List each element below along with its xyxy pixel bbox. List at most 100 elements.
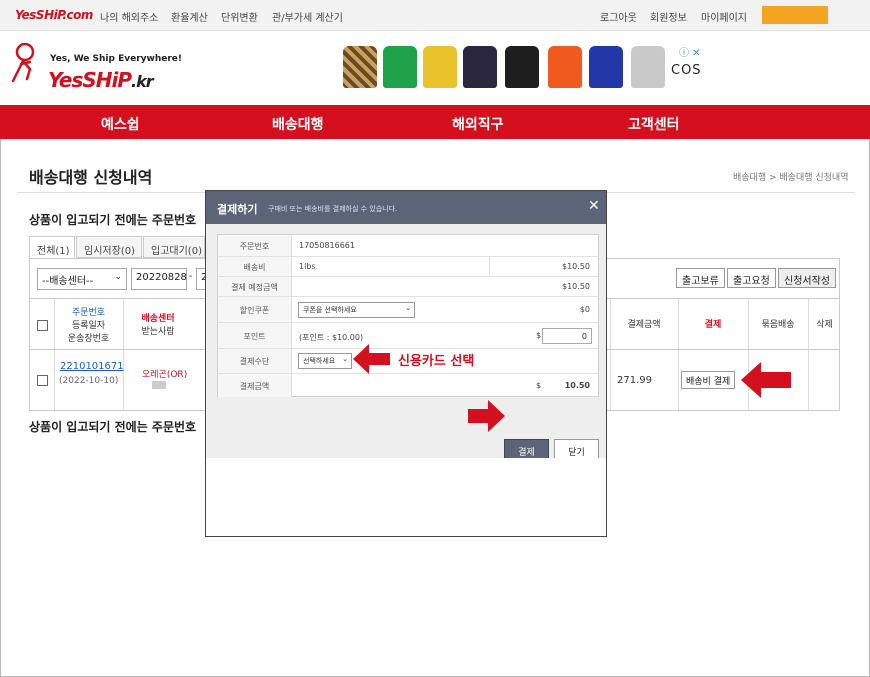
form-label: 주문번호 [218,235,292,256]
link-mypage[interactable]: 마이페이지 [701,9,747,24]
payment-form: 주문번호 17050816661 배송비 1lbs $10.50 결제 예정금액… [217,234,599,397]
form-row-coupon: 할인쿠폰 쿠폰을 선택하세요 ⌄ $0 [218,297,598,323]
coupon-select[interactable]: 쿠폰을 선택하세요 ⌄ [298,302,415,318]
nav-overseas-direct[interactable]: 해외직구 [452,114,504,134]
total-currency: $ [536,381,542,390]
ad-vest-black-icon [505,46,539,88]
link-unit-convert[interactable]: 단위변환 [221,9,258,24]
tab-temp-saved[interactable]: 임시저장(0) [76,236,142,258]
nav-shipping-agent[interactable]: 배송대행 [272,114,324,134]
total-amount: 271.99 [617,375,652,386]
site-header: Yes, We Ship Everywhere! YesSHiP.kr ⓘ ✕ … [0,31,870,105]
recipient-blurred [152,381,166,389]
col-divider [678,299,679,410]
close-icon[interactable]: ✕ [588,198,600,214]
delete-header: 삭제 [816,320,833,330]
order-number-link[interactable]: 2210101671 [60,361,124,372]
notice-bottom: 상품이 입고되기 전에는 주문번호 [29,420,197,434]
link-member-info[interactable]: 회원정보 [650,9,687,24]
total-header: 결제금액 [627,320,661,330]
link-tax-calculator[interactable]: 관/부가세 계산기 [272,9,343,24]
order-header: 주문번호 등록일자 운송장번호 [67,308,110,344]
hold-shipment-button[interactable]: 출고보류 [676,268,725,288]
ad-brand: COS [671,63,702,78]
row-checkbox[interactable] [37,375,48,386]
form-label: 할인쿠폰 [218,297,292,322]
pay-header: 결제 [704,320,722,330]
order-date: (2022-10-10) [59,376,119,386]
coupon-amount: $0 [579,305,590,314]
tab-all[interactable]: 전체(1) [29,236,75,258]
ad-info-close-icon[interactable]: ⓘ ✕ [679,44,701,59]
ad-cardigan-grey-icon [631,46,665,88]
ad-jacket-navy-icon [463,46,497,88]
order-number-value: 17050816661 [299,241,355,250]
points-currency: $ [536,331,542,340]
ad-jacket-plaid-icon [343,46,377,88]
user-badge[interactable] [762,6,828,24]
modal-header: 결제하기 구매비 또는 배송비를 결제하실 수 있습니다. ✕ [206,191,606,224]
center-select[interactable]: --배송센터-- ⌄ [37,268,127,290]
form-row-order: 주문번호 17050816661 [218,235,598,257]
form-row-total: 결제금액 $ 10.50 [218,374,598,397]
shipping-weight: 1lbs [299,262,316,271]
banner-ad[interactable]: ⓘ ✕ COS [343,44,703,90]
chevron-down-icon: ⌄ [114,272,122,282]
center-name: 오레곤(OR) [142,370,188,380]
pay-shipping-button[interactable]: 배송비 결제 [681,371,736,389]
form-label: 배송비 [218,257,292,276]
arrow-left-icon [741,362,791,398]
form-label: 결제금액 [218,374,292,397]
form-label: 결제 예정금액 [218,277,292,296]
modal-subtitle: 구매비 또는 배송비를 결제하실 수 있습니다. [268,205,398,213]
arrow-left-icon [353,344,390,374]
link-my-address[interactable]: 나의 해외주소 [100,9,158,24]
ad-sweater-yellow-icon [423,46,457,88]
form-row-shipping: 배송비 1lbs $10.50 [218,257,598,277]
col-divider [610,299,611,410]
brand-name: YesSHiP.kr [48,68,154,92]
payment-method-value: 선택하세요 [303,357,336,365]
site-logo[interactable]: Yes, We Ship Everywhere! YesSHiP.kr [10,39,182,99]
select-all-checkbox[interactable] [37,320,48,331]
date-from-input[interactable]: 20220828 [131,268,187,290]
form-label: 포인트 [218,323,292,348]
form-label: 결제수단 [218,349,292,373]
modal-title: 결제하기 [217,203,258,216]
form-row-points: 포인트 (포인트 : $10.00) $ 0 [218,323,598,349]
payment-method-select[interactable]: 선택하세요 ⌄ [298,353,352,369]
center-select-value: --배송센터-- [42,276,94,287]
ad-sweater-green-icon [383,46,417,88]
date-separator: - [189,271,193,282]
main-nav: 예스쉽 배송대행 해외직구 고객센터 [0,105,870,139]
total-payment-amount: 10.50 [564,381,590,390]
form-row-expected: 결제 예정금액 $10.50 [218,277,598,297]
nav-yesship[interactable]: 예스쉽 [101,114,140,134]
modal-footer [206,458,606,536]
ad-sweater-blue-icon [589,46,623,88]
small-logo[interactable]: YesSHiP.com [15,8,93,22]
center-header: 배송센터 받는사람 [141,314,175,337]
points-input[interactable]: 0 [542,328,592,344]
col-divider [808,299,809,410]
breadcrumb: 배송대행 > 배송대행 신청내역 [733,173,849,183]
coupon-select-value: 쿠폰을 선택하세요 [303,306,357,314]
notice-top: 상품이 입고되기 전에는 주문번호 [29,213,197,227]
write-request-button[interactable]: 신청서작성 [778,268,836,288]
chevron-down-icon: ⌄ [342,355,348,363]
request-shipment-button[interactable]: 출고요청 [727,268,776,288]
site-tagline: Yes, We Ship Everywhere! [50,54,182,64]
modal-body: 주문번호 17050816661 배송비 1lbs $10.50 결제 예정금액… [206,224,606,461]
arrow-right-icon [468,400,505,432]
annotation-label: 신용카드 선택 [398,354,475,369]
shipping-amount: $10.50 [562,262,590,271]
top-utility-bar: YesSHiP.com 나의 해외주소 환율계산 단위변환 관/부가세 계산기 … [0,0,870,31]
tab-awaiting-receipt[interactable]: 입고대기(0) [143,236,205,258]
link-logout[interactable]: 로그아웃 [600,9,637,24]
page-title: 배송대행 신청내역 [29,168,153,187]
link-exchange-rate[interactable]: 환율계산 [171,9,208,24]
chevron-down-icon: ⌄ [405,304,411,312]
cell-divider [489,257,490,277]
nav-customer-center[interactable]: 고객센터 [628,114,680,134]
runner-icon [11,43,35,83]
